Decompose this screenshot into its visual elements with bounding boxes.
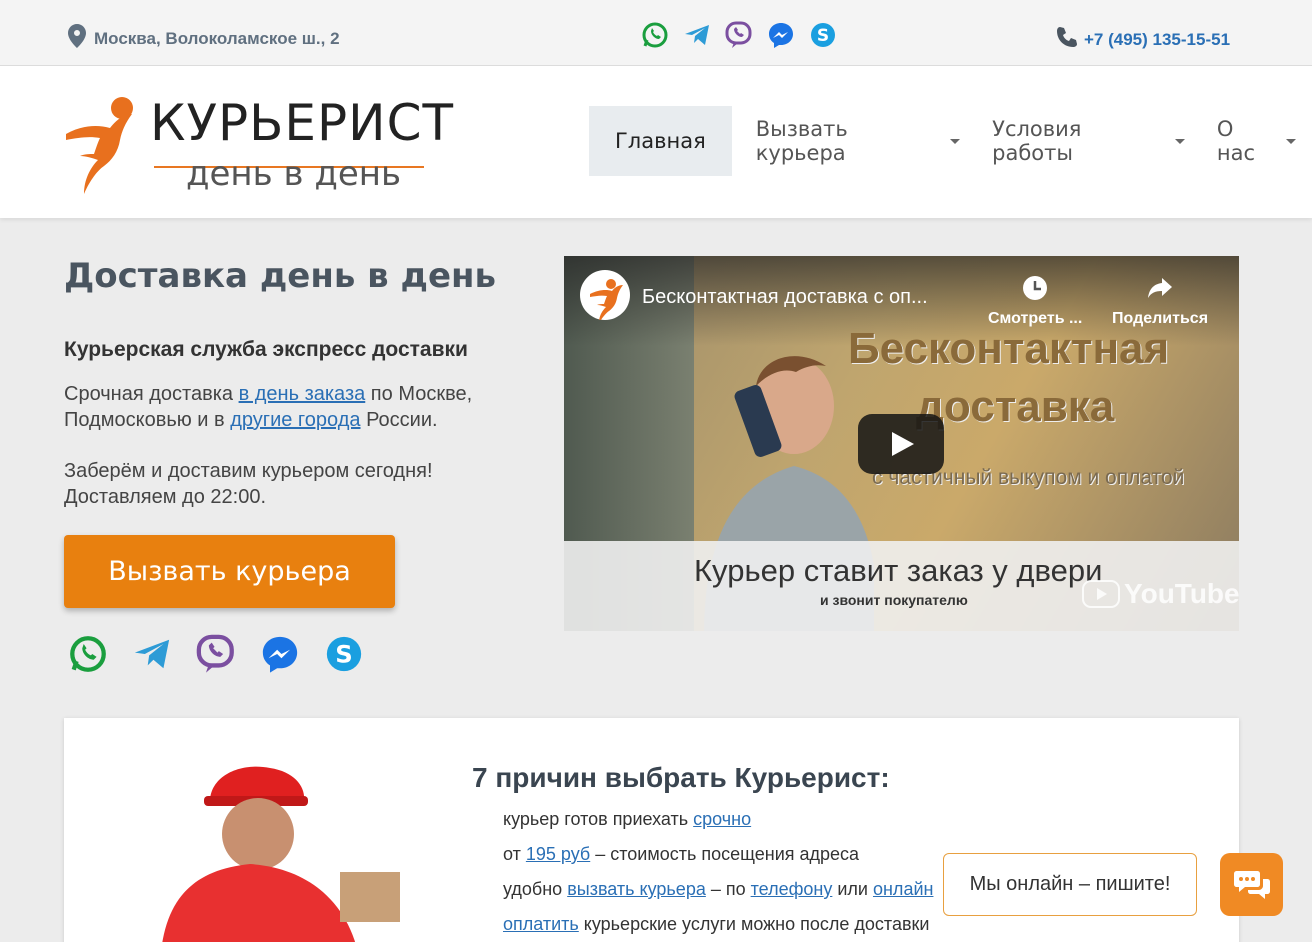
hero-subtitle: Курьерская служба экспресс доставки — [64, 338, 468, 361]
nav-item-terms[interactable]: Условия работы — [976, 106, 1201, 176]
whatsapp-icon[interactable] — [68, 634, 108, 674]
svg-text:S: S — [335, 640, 352, 669]
map-pin-icon — [68, 24, 86, 53]
list-item: курьер готов приехать срочно — [503, 806, 933, 841]
video-overlay-line1: Бесконтактная — [848, 324, 1170, 373]
reasons-title: 7 причин выбрать Курьерист: — [472, 762, 890, 793]
nav-item-about[interactable]: О нас — [1201, 106, 1312, 176]
messenger-icon[interactable] — [767, 21, 795, 49]
messenger-icon[interactable] — [260, 634, 300, 674]
pay-link[interactable]: оплатить — [503, 914, 579, 934]
phone-link[interactable]: телефону — [751, 879, 833, 899]
top-bar: Москва, Волоколамское ш., 2 S +7 (495) 1… — [0, 0, 1312, 66]
reasons-list: курьер готов приехать срочно от 195 руб … — [503, 806, 933, 942]
text: курьерские услуги можно после доставки — [578, 914, 930, 934]
text: удобно — [503, 879, 568, 899]
text: от — [503, 844, 526, 864]
call-courier-link[interactable]: вызвать курьера — [567, 879, 706, 899]
urgent-link[interactable]: срочно — [693, 809, 751, 829]
hero-messengers: S — [68, 634, 364, 674]
clock-icon — [1023, 276, 1048, 300]
youtube-label: YouTube — [1124, 578, 1239, 609]
other-cities-link[interactable]: другие города — [230, 409, 360, 431]
skype-icon[interactable]: S — [809, 21, 837, 49]
youtube-logo[interactable]: YouTube — [1082, 578, 1239, 610]
chat-icon — [1233, 870, 1270, 899]
text: – по — [705, 879, 751, 899]
skype-icon[interactable]: S — [324, 634, 364, 674]
telegram-icon[interactable] — [132, 634, 172, 674]
video-caption-2: и звонит покупателю — [820, 592, 968, 608]
video-overlay-line2: доставка — [916, 382, 1115, 431]
play-button[interactable] — [858, 414, 944, 474]
caret-down-icon — [1174, 138, 1185, 144]
share-icon — [1148, 278, 1173, 298]
nav-item-home[interactable]: Главная — [589, 106, 732, 176]
logo-tagline: день в день — [186, 154, 402, 194]
watch-later-button[interactable]: Смотреть ... — [988, 274, 1082, 328]
logo[interactable]: КУРЬЕРИСТ день в день — [64, 86, 453, 196]
text: России. — [360, 409, 438, 431]
chat-button[interactable] — [1220, 853, 1283, 916]
youtube-play-icon — [1082, 580, 1120, 608]
courier-photo — [162, 766, 400, 942]
text: курьер готов приехать — [503, 809, 694, 829]
logo-title: КУРЬЕРИСТ — [150, 94, 455, 152]
nav-item-call-courier[interactable]: Вызвать курьера — [740, 106, 976, 176]
telegram-icon[interactable] — [683, 21, 711, 49]
video-caption-1: Курьер ставит заказ у двери — [694, 553, 1103, 588]
phone-icon — [1056, 26, 1078, 53]
nav-item-label: Условия работы — [992, 117, 1082, 165]
list-item: оплатить курьерские услуги можно после д… — [503, 911, 933, 942]
site-header: КУРЬЕРИСТ день в день Главная Вызвать ку… — [0, 66, 1312, 218]
hero-title: Доставка день в день — [64, 256, 497, 296]
caret-down-icon — [950, 138, 961, 144]
text: Срочная доставка — [64, 383, 239, 405]
caret-down-icon — [1286, 138, 1297, 144]
phone[interactable]: +7 (495) 135-15-51 — [1056, 26, 1230, 53]
viber-icon[interactable] — [196, 634, 236, 674]
chat-bubble[interactable]: Мы онлайн – пишите! — [943, 853, 1197, 916]
price-link[interactable]: 195 руб — [526, 844, 590, 864]
main-nav: Главная Вызвать курьера Условия работы О… — [589, 106, 1312, 176]
svg-text:S: S — [817, 26, 829, 46]
nav-item-label: О нас — [1216, 117, 1256, 165]
list-item: от 195 руб – стоимость посещения адреса — [503, 841, 933, 876]
hero-paragraph-2: Заберём и доставим курьером сегодня! Дос… — [64, 460, 433, 508]
list-item: удобно вызвать курьера – по телефону или… — [503, 876, 933, 911]
whatsapp-icon[interactable] — [641, 21, 669, 49]
channel-avatar[interactable] — [580, 270, 630, 323]
text: – стоимость посещения адреса — [590, 844, 860, 864]
address: Москва, Волоколамское ш., 2 — [68, 24, 340, 53]
video-title[interactable]: Бесконтактная доставка с оп... — [642, 286, 928, 309]
share-button[interactable]: Поделиться — [1112, 274, 1208, 328]
viber-icon[interactable] — [725, 21, 753, 49]
video-player[interactable]: Бесконтактная доставка с оп... Смотреть … — [564, 256, 1239, 631]
text: или — [832, 879, 873, 899]
runner-logo-icon — [66, 97, 133, 194]
call-courier-button[interactable]: Вызвать курьера — [64, 535, 395, 608]
phone-number[interactable]: +7 (495) 135-15-51 — [1084, 30, 1230, 50]
address-text: Москва, Волоколамское ш., 2 — [94, 28, 340, 48]
hero-paragraph-1: Срочная доставка в день заказа по Москве… — [64, 381, 524, 433]
top-messengers: S — [641, 21, 837, 49]
same-day-link[interactable]: в день заказа — [239, 383, 366, 405]
nav-item-label: Вызвать курьера — [755, 117, 848, 165]
online-link[interactable]: онлайн — [873, 879, 933, 899]
